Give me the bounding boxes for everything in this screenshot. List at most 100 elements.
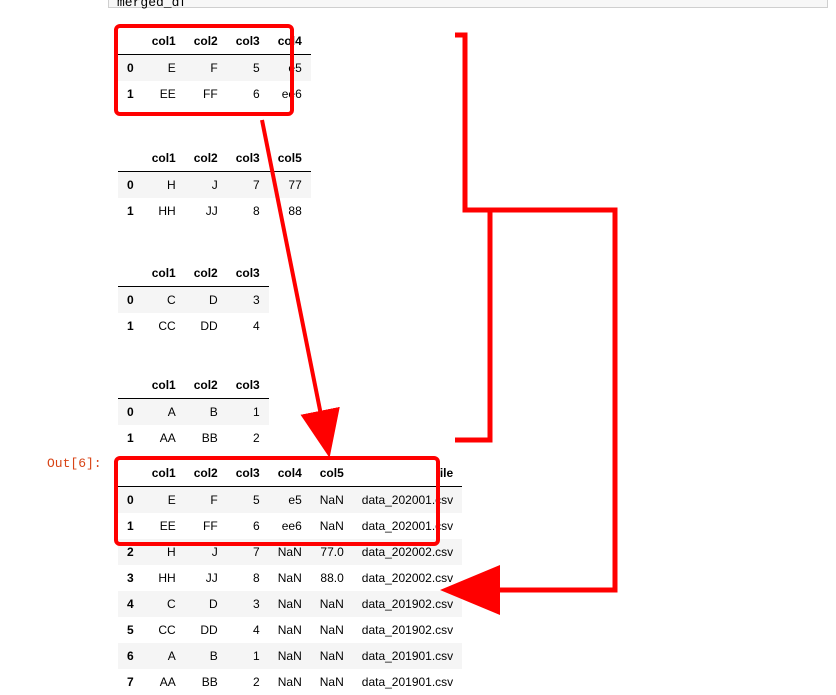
cell: NaN — [311, 669, 353, 695]
table-row: 7AABB2NaNNaNdata_201901.csv — [118, 669, 462, 695]
table-row: 1HHJJ888 — [118, 198, 311, 224]
table-row: 5CCDD4NaNNaNdata_201902.csv — [118, 617, 462, 643]
table-row: 1EEFF6ee6NaNdata_202001.csv — [118, 513, 462, 539]
cell: AA — [143, 669, 185, 695]
cell: NaN — [269, 669, 311, 695]
cell: A — [143, 399, 185, 426]
bracket-connector — [455, 35, 490, 440]
table-row: 1CCDD4 — [118, 313, 269, 339]
column-header: col4 — [269, 28, 311, 55]
cell: JJ — [185, 198, 227, 224]
row-index: 1 — [118, 425, 143, 451]
row-index: 1 — [118, 313, 143, 339]
cell: data_202002.csv — [353, 539, 462, 565]
cell: 88 — [269, 198, 311, 224]
column-header: col2 — [185, 145, 227, 172]
row-index: 0 — [118, 287, 143, 314]
cell: D — [185, 591, 227, 617]
cell: E — [143, 487, 185, 514]
cell: 8 — [227, 198, 269, 224]
cell: D — [185, 287, 227, 314]
dataframe-output-4: col1col2col30AB11AABB2 — [118, 372, 269, 451]
row-index: 1 — [118, 198, 143, 224]
cell: 7 — [227, 539, 269, 565]
cell: ee6 — [269, 81, 311, 107]
cell: BB — [185, 669, 227, 695]
cell: J — [185, 172, 227, 199]
cell: NaN — [311, 591, 353, 617]
cell: B — [185, 399, 227, 426]
cell: F — [185, 55, 227, 82]
table-row: 0EF5e5NaNdata_202001.csv — [118, 487, 462, 514]
cell: 4 — [227, 313, 269, 339]
cell: CC — [143, 313, 185, 339]
cell: NaN — [311, 617, 353, 643]
column-header — [118, 260, 143, 287]
cell: A — [143, 643, 185, 669]
cell: data_201901.csv — [353, 669, 462, 695]
cell: C — [143, 287, 185, 314]
row-index: 5 — [118, 617, 143, 643]
row-index: 0 — [118, 399, 143, 426]
column-header: col3 — [227, 28, 269, 55]
cell: 1 — [227, 399, 269, 426]
cell: C — [143, 591, 185, 617]
code-cell-text: merged_df — [117, 0, 187, 10]
cell: 77.0 — [311, 539, 353, 565]
column-header: col1 — [143, 28, 185, 55]
column-header: col1 — [143, 145, 185, 172]
row-index: 0 — [118, 172, 143, 199]
cell: 1 — [227, 643, 269, 669]
dataframe-output-3: col1col2col30CD31CCDD4 — [118, 260, 269, 339]
table-row: 1EEFF6ee6 — [118, 81, 311, 107]
cell: 3 — [227, 287, 269, 314]
cell: data_201902.csv — [353, 591, 462, 617]
code-cell-input[interactable]: merged_df — [108, 0, 828, 8]
row-index: 0 — [118, 487, 143, 514]
cell: NaN — [311, 643, 353, 669]
cell: H — [143, 172, 185, 199]
column-header: col5 — [311, 460, 353, 487]
column-header: col3 — [227, 260, 269, 287]
cell: data_202001.csv — [353, 513, 462, 539]
row-index: 6 — [118, 643, 143, 669]
cell: e5 — [269, 487, 311, 514]
column-header: col2 — [185, 460, 227, 487]
dataframe-output-2-table: col1col2col3col50HJ7771HHJJ888 — [118, 145, 311, 224]
table-row: 0HJ777 — [118, 172, 311, 199]
cell: F — [185, 487, 227, 514]
cell: BB — [185, 425, 227, 451]
dataframe-output-3-table: col1col2col30CD31CCDD4 — [118, 260, 269, 339]
cell: FF — [185, 513, 227, 539]
cell: NaN — [269, 591, 311, 617]
column-header: col3 — [227, 460, 269, 487]
table-row: 0AB1 — [118, 399, 269, 426]
cell: AA — [143, 425, 185, 451]
dataframe-output-2: col1col2col3col50HJ7771HHJJ888 — [118, 145, 311, 224]
table-row: 3HHJJ8NaN88.0data_202002.csv — [118, 565, 462, 591]
column-header: col3 — [227, 145, 269, 172]
cell: 4 — [227, 617, 269, 643]
cell: data_202002.csv — [353, 565, 462, 591]
column-header: col3 — [227, 372, 269, 399]
table-row: 2HJ7NaN77.0data_202002.csv — [118, 539, 462, 565]
cell: CC — [143, 617, 185, 643]
cell: NaN — [269, 617, 311, 643]
cell: 2 — [227, 425, 269, 451]
cell: B — [185, 643, 227, 669]
dataframe-output-1-table: col1col2col3col40EF5e51EEFF6ee6 — [118, 28, 311, 107]
column-header: file — [353, 460, 462, 487]
cell: 8 — [227, 565, 269, 591]
cell: e5 — [269, 55, 311, 82]
cell: NaN — [269, 643, 311, 669]
column-header: col1 — [143, 372, 185, 399]
column-header: col4 — [269, 460, 311, 487]
cell: EE — [143, 81, 185, 107]
cell: NaN — [311, 513, 353, 539]
cell: 2 — [227, 669, 269, 695]
cell: 6 — [227, 81, 269, 107]
column-header: col5 — [269, 145, 311, 172]
table-row: 0EF5e5 — [118, 55, 311, 82]
cell: FF — [185, 81, 227, 107]
cell: H — [143, 539, 185, 565]
